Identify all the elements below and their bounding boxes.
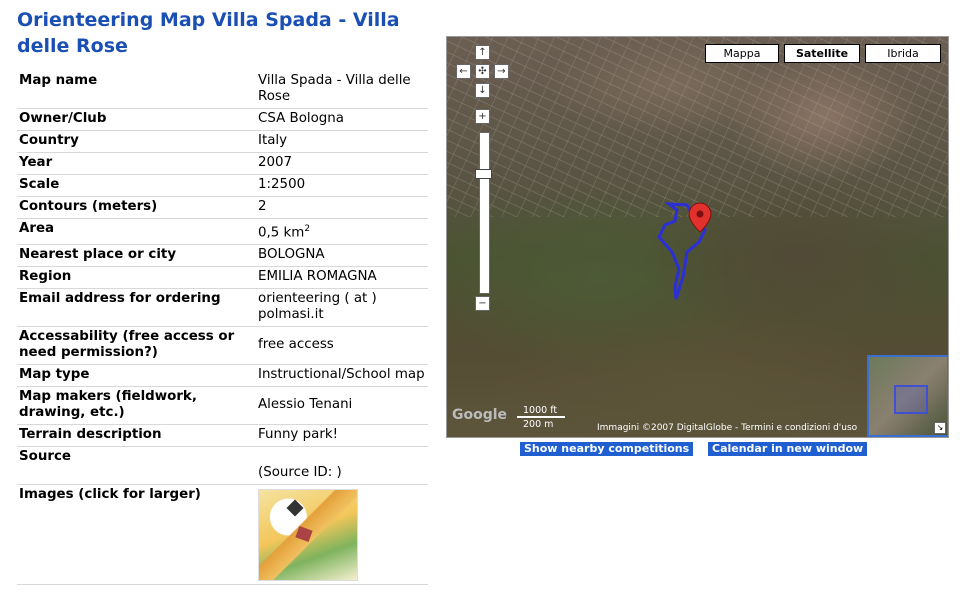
row-value: CSA Bologna [256, 108, 428, 131]
row-value: Villa Spada - Villa delle Rose [256, 71, 428, 109]
satellite-map[interactable]: Mappa Satellite Ibrida ↑ ← ✣ → ↓ + − Goo… [446, 36, 949, 438]
table-row: Accessability (free access or need permi… [17, 326, 428, 366]
row-value: (Source ID: ) [256, 446, 428, 486]
row-label: Country [17, 130, 256, 153]
row-value: Instructional/School map [256, 364, 428, 388]
show-nearby-competitions-button[interactable]: Show nearby competitions [520, 442, 694, 456]
table-row: Email address for ordering orienteering (… [17, 288, 428, 328]
row-label: Owner/Club [17, 108, 256, 131]
table-row: Images (click for larger) [17, 484, 428, 586]
row-value: 2007 [256, 152, 428, 175]
row-label: Map name [17, 71, 256, 109]
google-logo[interactable]: Google [452, 407, 507, 423]
row-label: Map makers (fieldwork, drawing, etc.) [17, 386, 256, 426]
area-unit-superscript: 2 [304, 224, 311, 234]
row-label: Source [17, 446, 256, 486]
overview-toggle-icon[interactable]: ↘ [934, 422, 946, 434]
map-info-table: Map name Villa Spada - Villa delle Rose O… [17, 71, 428, 586]
area-value: 0,5 km [258, 225, 305, 241]
table-row: Map makers (fieldwork, drawing, etc.) Ale… [17, 386, 428, 426]
table-row: Scale 1:2500 [17, 174, 428, 197]
map-thumbnail-image[interactable] [258, 489, 358, 582]
row-value [256, 484, 428, 586]
row-label: Area [17, 218, 256, 246]
row-label: Images (click for larger) [17, 484, 256, 586]
row-label: Region [17, 266, 256, 290]
map-copyright[interactable]: Immagini ©2007 DigitalGlobe - Termini e … [597, 423, 857, 433]
table-row: Contours (meters) 2 [17, 196, 428, 219]
calendar-new-window-button[interactable]: Calendar in new window [708, 442, 868, 456]
row-label: Email address for ordering [17, 288, 256, 328]
table-row: Year 2007 [17, 152, 428, 175]
table-row: Source (Source ID: ) [17, 446, 428, 486]
table-row: Terrain description Funny park! [17, 424, 428, 448]
overview-map[interactable]: ↘ [867, 355, 948, 437]
row-label: Accessability (free access or need permi… [17, 326, 256, 366]
table-row: Map type Instructional/School map [17, 364, 428, 388]
row-value: Alessio Tenani [256, 386, 428, 426]
row-label: Nearest place or city [17, 244, 256, 268]
table-row: Map name Villa Spada - Villa delle Rose [17, 71, 428, 109]
building-shape [286, 499, 304, 517]
overview-viewport-box[interactable] [894, 385, 928, 414]
row-value: 2 [256, 196, 428, 219]
table-row: Owner/Club CSA Bologna [17, 108, 428, 131]
scale-feet-label: 1000 ft [523, 405, 558, 416]
table-row: Country Italy [17, 130, 428, 153]
row-label: Year [17, 152, 256, 175]
table-row: Area 0,5 km2 [17, 218, 428, 246]
row-value: 1:2500 [256, 174, 428, 197]
row-value: Funny park! [256, 424, 428, 448]
map-scale-bar: 1000 ft 200 m [517, 405, 567, 430]
row-value: free access [256, 326, 428, 366]
row-value: orienteering ( at ) polmasi.it [256, 288, 428, 328]
row-label: Map type [17, 364, 256, 388]
row-value: 0,5 km2 [256, 218, 428, 246]
row-label: Terrain description [17, 424, 256, 448]
row-value: BOLOGNA [256, 244, 428, 268]
row-label: Scale [17, 174, 256, 197]
scale-line [517, 416, 565, 418]
row-value: Italy [256, 130, 428, 153]
row-value: EMILIA ROMAGNA [256, 266, 428, 290]
row-label: Contours (meters) [17, 196, 256, 219]
table-row: Nearest place or city BOLOGNA [17, 244, 428, 268]
building-shape [295, 526, 313, 543]
map-marker-icon [688, 202, 712, 233]
table-row: Region EMILIA ROMAGNA [17, 266, 428, 290]
scale-meters-label: 200 m [523, 419, 554, 430]
page-title: Orienteering Map Villa Spada - Villa del… [17, 9, 400, 57]
